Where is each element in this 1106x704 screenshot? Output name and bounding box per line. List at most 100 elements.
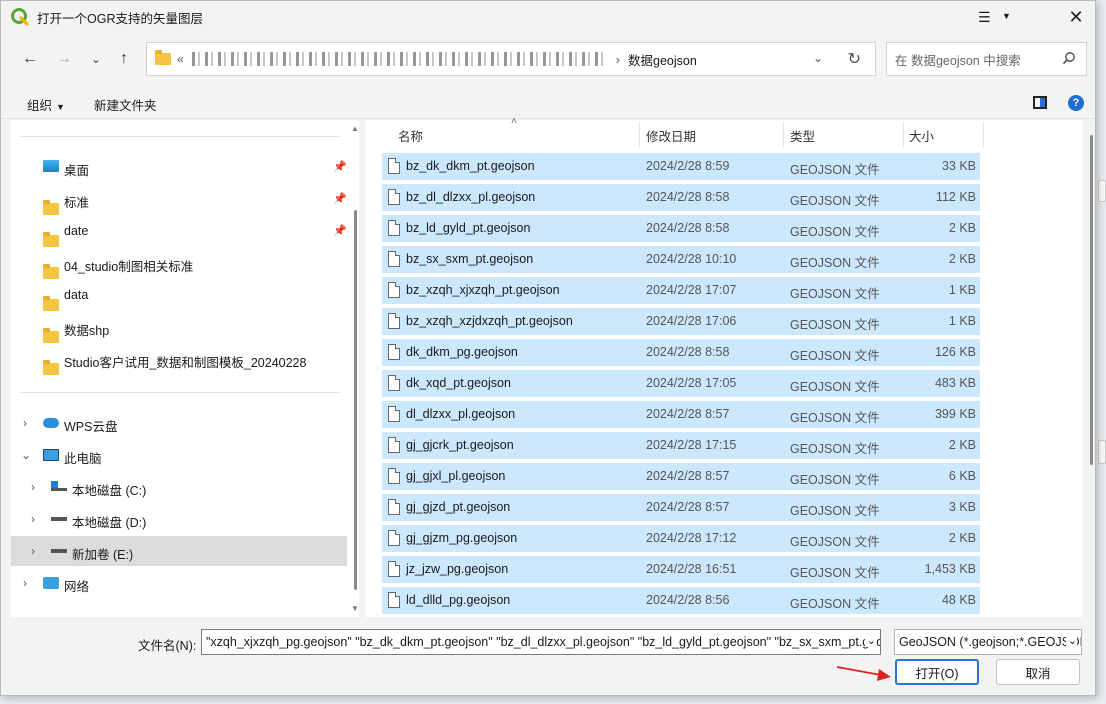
open-button[interactable]: 打开(O) [895, 659, 979, 685]
command-bar: 组织 ▼ 新建文件夹 [1, 87, 1095, 119]
help-icon[interactable]: ? [1068, 95, 1084, 111]
file-row[interactable]: ld_dlld_pg.geojson 2024/2/28 8:56 GEOJSON … [382, 587, 980, 614]
nav-item-folder[interactable]: data [11, 280, 347, 311]
file-type: GEOJSON 文件 [790, 597, 880, 611]
pin-icon[interactable]: 📌 [333, 160, 347, 173]
column-header-name[interactable]: 名称 [398, 126, 423, 145]
chevron-right-icon[interactable]: › [23, 576, 27, 590]
file-row[interactable]: bz_xzqh_xjxzqh_pt.geojson 2024/2/28 17:07… [382, 277, 980, 304]
file-row[interactable]: dk_xqd_pt.geojson 2024/2/28 17:05 GEOJSON … [382, 370, 980, 397]
computer-icon [43, 449, 59, 461]
nav-item-drive[interactable]: › 本地磁盘 (C:) [11, 472, 347, 502]
file-date: 2024/2/28 8:57 [646, 407, 730, 421]
chevron-down-icon[interactable]: ⌄ [813, 51, 823, 65]
column-header-type[interactable]: 类型 [790, 126, 815, 145]
file-size: 6 KB [948, 469, 976, 483]
desktop-icon [43, 160, 59, 172]
file-row[interactable]: bz_dk_dkm_pt.geojson 2024/2/28 8:59 GEOJSO… [382, 153, 980, 180]
recent-locations-button[interactable]: ⌄ [85, 47, 107, 71]
file-row[interactable]: gj_gjzd_pt.geojson 2024/2/28 8:57 GEOJSON … [382, 494, 980, 521]
file-name: gj_gjcrk_pt.geojson [406, 438, 514, 452]
nav-item-drive[interactable]: › 本地磁盘 (D:) [11, 504, 347, 534]
cancel-button[interactable]: 取消 [996, 659, 1080, 685]
new-folder-button[interactable]: 新建文件夹 [94, 95, 157, 114]
nav-item-drive-selected[interactable]: › 新加卷 (E:) [11, 536, 347, 566]
background-window-fragment [1098, 440, 1106, 464]
file-type: GEOJSON 文件 [790, 318, 880, 332]
pin-icon[interactable]: 📌 [333, 192, 347, 205]
nav-item-folder[interactable]: 数据shp [11, 312, 347, 343]
preview-pane-icon[interactable] [1033, 96, 1047, 109]
file-icon [388, 251, 400, 267]
nav-item-folder[interactable]: 04_studio制图相关标准 [11, 248, 347, 279]
column-header-date[interactable]: 修改日期 [646, 126, 696, 145]
column-separator[interactable] [783, 122, 784, 148]
chevron-down-icon[interactable]: ⌄ [864, 634, 876, 647]
chevron-right-icon[interactable]: › [31, 480, 35, 494]
caret-down-icon: ▼ [56, 102, 65, 112]
forward-button[interactable]: → [53, 47, 75, 71]
file-row[interactable]: gj_gjxl_pl.geojson 2024/2/28 8:57 GEOJSON … [382, 463, 980, 490]
nav-item-desktop[interactable]: 桌面 📌 [11, 152, 347, 182]
file-date: 2024/2/28 8:57 [646, 500, 730, 514]
arrow-right-icon: → [56, 50, 72, 67]
file-name: ld_dlld_pg.geojson [406, 593, 511, 607]
search-icon[interactable] [1062, 51, 1076, 65]
file-type-filter[interactable]: GeoJSON (*.geojson;*.GEOJSON) ⌄ [894, 629, 1082, 655]
chevron-right-icon[interactable]: › [31, 512, 35, 526]
breadcrumb-current[interactable]: 数据geojson [628, 50, 697, 69]
pin-icon[interactable]: 📌 [333, 224, 347, 237]
file-type: GEOJSON 文件 [790, 504, 880, 518]
file-row[interactable]: dk_dkm_pg.geojson 2024/2/28 8:58 GEOJSON 文… [382, 339, 980, 366]
address-overflow-chevron[interactable]: « [177, 52, 184, 66]
file-size: 483 KB [934, 376, 976, 390]
scroll-down-icon[interactable]: ▼ [351, 604, 359, 613]
column-separator[interactable] [983, 122, 984, 148]
file-row[interactable]: jz_jzw_pg.geojson 2024/2/28 16:51 GEOJSON … [382, 556, 980, 583]
back-button[interactable]: ← [19, 47, 41, 71]
file-row[interactable]: bz_dl_dlzxx_pl.geojson 2024/2/28 8:58 GEOJ… [382, 184, 980, 211]
view-options-icon[interactable]: ☰ [978, 9, 991, 26]
column-separator[interactable] [903, 122, 904, 148]
file-row[interactable]: bz_ld_gyld_pt.geojson 2024/2/28 8:58 GEOJS… [382, 215, 980, 242]
up-button[interactable]: ↑ [113, 47, 135, 71]
scroll-up-icon[interactable]: ▲ [351, 124, 359, 133]
chevron-right-icon[interactable]: › [23, 416, 27, 430]
nav-scrollbar[interactable] [354, 210, 357, 590]
nav-item-folder[interactable]: date 📌 [11, 216, 347, 247]
nav-item-folder[interactable]: Studio客户试用_数据和制图模板_20240228 [11, 344, 347, 375]
chevron-down-icon[interactable]: ⌄ [21, 448, 31, 462]
column-header-size[interactable]: 大小 [909, 126, 934, 145]
file-name: jz_jzw_pg.geojson [406, 562, 509, 576]
file-name: gj_gjxl_pl.geojson [406, 469, 506, 483]
file-type: GEOJSON 文件 [790, 442, 880, 456]
column-separator[interactable] [639, 122, 640, 148]
nav-item-network[interactable]: › 网络 [11, 568, 347, 598]
file-row[interactable]: gj_gjzm_pg.geojson 2024/2/28 17:12 GEOJSON… [382, 525, 980, 552]
close-icon: ✕ [1068, 6, 1084, 27]
file-row[interactable]: gj_gjcrk_pt.geojson 2024/2/28 17:15 GEOJSO… [382, 432, 980, 459]
file-row[interactable]: dl_dlzxx_pl.geojson 2024/2/28 8:57 GEOJSON… [382, 401, 980, 428]
chevron-down-icon[interactable]: ⌄ [1065, 634, 1077, 647]
file-list-scrollbar[interactable] [1090, 135, 1093, 465]
nav-item-wps-cloud[interactable]: › WPS云盘 [11, 408, 347, 438]
file-size: 2 KB [948, 221, 976, 235]
nav-label: WPS云盘 [64, 420, 118, 434]
filename-field[interactable]: "xzqh_xjxzqh_pg.geojson" "bz_dk_dkm_pt.g… [201, 629, 881, 655]
search-input[interactable]: 在 数据geojson 中搜索 [886, 42, 1087, 76]
nav-item-folder[interactable]: 标准 📌 [11, 184, 347, 215]
folder-icon [43, 328, 59, 343]
refresh-icon[interactable]: ↻ [848, 49, 861, 69]
nav-item-this-pc[interactable]: ⌄ 此电脑 [11, 440, 347, 470]
organize-label: 组织 [27, 99, 53, 113]
caret-down-icon[interactable]: ▼ [1002, 11, 1011, 21]
address-bar[interactable]: « › 数据geojson ⌄ ↻ [146, 42, 876, 76]
organize-menu[interactable]: 组织 ▼ [27, 95, 65, 114]
chevron-right-icon[interactable]: › [31, 544, 35, 558]
navigation-pane: 桌面 📌 标准 📌 date 📌 04_studio制图相关标准 data 数据… [11, 120, 359, 617]
file-row[interactable]: bz_xzqh_xzjdxzqh_pt.geojson 2024/2/28 17:… [382, 308, 980, 335]
file-date: 2024/2/28 8:59 [646, 159, 730, 173]
file-row[interactable]: bz_sx_sxm_pt.geojson 2024/2/28 10:10 GEOJS… [382, 246, 980, 273]
file-icon [388, 561, 400, 577]
close-button[interactable]: ✕ [1063, 5, 1089, 29]
